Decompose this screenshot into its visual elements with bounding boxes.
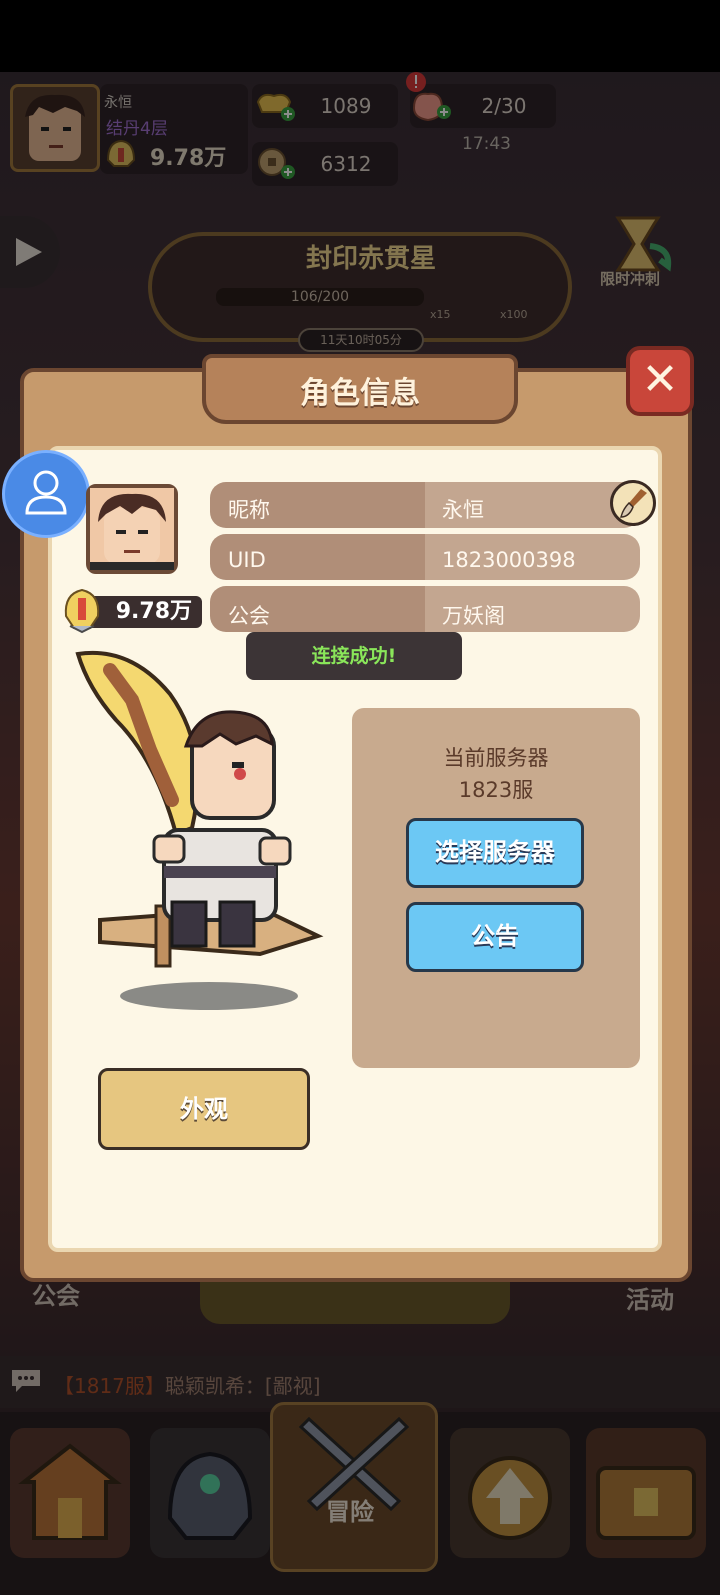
- guild-row: [210, 586, 640, 632]
- guild-label: 公会: [228, 604, 270, 628]
- rename-button[interactable]: [610, 480, 656, 526]
- character-sprite: [75, 650, 324, 968]
- appearance-button[interactable]: 外观: [98, 1068, 310, 1150]
- game-screen: 永恒 结丹4层 9.78万 1089 6312 2/30 17:43 封印赤贯星…: [0, 0, 720, 1595]
- current-server-name: 1823服: [458, 778, 534, 802]
- notice-button[interactable]: 公告: [406, 902, 584, 972]
- brush-icon: [620, 489, 647, 518]
- close-icon: ✕: [641, 354, 679, 405]
- nickname-row: [210, 482, 640, 528]
- current-server-caption: 当前服务器: [443, 746, 549, 770]
- character-avatar[interactable]: [86, 484, 178, 574]
- nickname-value: 永恒: [442, 498, 484, 522]
- uid-value[interactable]: 1823000398: [442, 548, 576, 572]
- power-helmet-icon: [64, 588, 100, 634]
- uid-label: UID: [228, 548, 266, 572]
- close-button[interactable]: ✕: [626, 346, 694, 416]
- floating-user-button[interactable]: [2, 450, 90, 538]
- select-server-button[interactable]: 选择服务器: [406, 818, 584, 888]
- user-icon: [25, 470, 67, 515]
- hero-face-icon: [90, 488, 174, 570]
- character-shadow: [120, 982, 298, 1010]
- nickname-label: 昵称: [228, 498, 270, 522]
- dialog-title: 角色信息: [300, 376, 420, 411]
- guild-value: 万妖阁: [442, 604, 505, 628]
- status-bar: [0, 0, 720, 72]
